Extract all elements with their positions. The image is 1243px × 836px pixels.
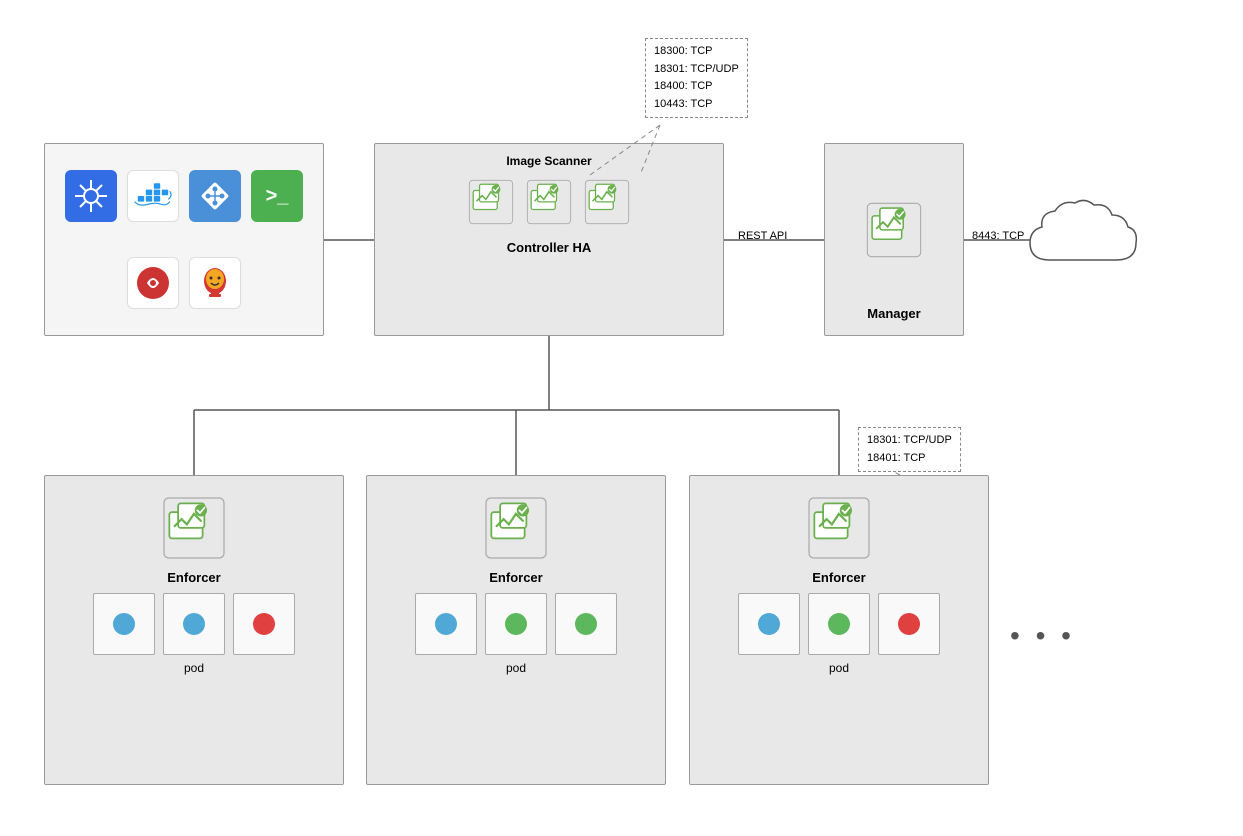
- pod-dot-1-2: [183, 613, 205, 635]
- port-line-4: 10443: TCP: [654, 96, 739, 114]
- terminal-icon: >_: [251, 170, 303, 222]
- pod-label-2: pod: [506, 661, 526, 675]
- port-bottom-line-1: 18301: TCP/UDP: [867, 432, 952, 450]
- port-line-2: 18301: TCP/UDP: [654, 61, 739, 79]
- pod-2-3: [555, 593, 617, 655]
- manager-icon: [862, 198, 926, 262]
- port-line-1: 18300: TCP: [654, 43, 739, 61]
- pod-1-1: [93, 593, 155, 655]
- enforcer-label-3: Enforcer: [812, 570, 865, 585]
- controller-ha-label: Controller HA: [507, 240, 592, 255]
- pod-1-2: [163, 593, 225, 655]
- pod-row-3: [738, 593, 940, 655]
- image-scanner-label: Image Scanner: [506, 154, 591, 168]
- docker-icon: [127, 170, 179, 222]
- manager-box: Manager: [824, 143, 964, 336]
- pod-label-3: pod: [829, 661, 849, 675]
- pod-3-2: [808, 593, 870, 655]
- kubernetes-icon: [65, 170, 117, 222]
- tcp-8443-label: 8443: TCP: [972, 230, 1024, 242]
- pod-dot-3-1: [758, 613, 780, 635]
- pod-dot-2-1: [435, 613, 457, 635]
- pod-2-2: [485, 593, 547, 655]
- controller-icon-1: [465, 176, 517, 228]
- diagram-container: 18300: TCP 18301: TCP/UDP 18400: TCP 104…: [0, 0, 1243, 836]
- rest-api-label: REST API: [738, 230, 787, 242]
- pod-row-1: [93, 593, 295, 655]
- workloads-box: >_: [44, 143, 324, 336]
- enforcer-icon-1: [158, 492, 230, 564]
- webhook-icon: [127, 257, 179, 309]
- enforcer-box-1: Enforcer pod: [44, 475, 344, 785]
- enforcer-icon-2: [480, 492, 552, 564]
- controller-icon-3: [581, 176, 633, 228]
- pod-dot-3-3: [898, 613, 920, 635]
- pod-3-3: [878, 593, 940, 655]
- enforcer-box-2: Enforcer pod: [366, 475, 666, 785]
- pod-dot-1-1: [113, 613, 135, 635]
- controller-box: Image Scanner: [374, 143, 724, 336]
- jenkins-icon: [189, 257, 241, 309]
- ellipsis-dots: • • •: [1010, 620, 1075, 652]
- pod-3-1: [738, 593, 800, 655]
- git-icon: [189, 170, 241, 222]
- pod-2-1: [415, 593, 477, 655]
- pod-1-3: [233, 593, 295, 655]
- enforcer-label-1: Enforcer: [167, 570, 220, 585]
- port-bottom-line-2: 18401: TCP: [867, 450, 952, 468]
- port-label-top: 18300: TCP 18301: TCP/UDP 18400: TCP 104…: [645, 38, 748, 118]
- pod-row-2: [415, 593, 617, 655]
- controller-icons: [465, 176, 633, 228]
- controller-icon-2: [523, 176, 575, 228]
- pod-label-1: pod: [184, 661, 204, 675]
- pod-dot-2-2: [505, 613, 527, 635]
- pod-dot-1-3: [253, 613, 275, 635]
- pod-dot-3-2: [828, 613, 850, 635]
- cloud-shape: [1020, 195, 1140, 280]
- port-line-3: 18400: TCP: [654, 78, 739, 96]
- port-label-bottom: 18301: TCP/UDP 18401: TCP: [858, 427, 961, 472]
- pod-dot-2-3: [575, 613, 597, 635]
- enforcer-icon-3: [803, 492, 875, 564]
- manager-label: Manager: [867, 306, 920, 321]
- enforcer-label-2: Enforcer: [489, 570, 542, 585]
- enforcer-box-3: Enforcer pod: [689, 475, 989, 785]
